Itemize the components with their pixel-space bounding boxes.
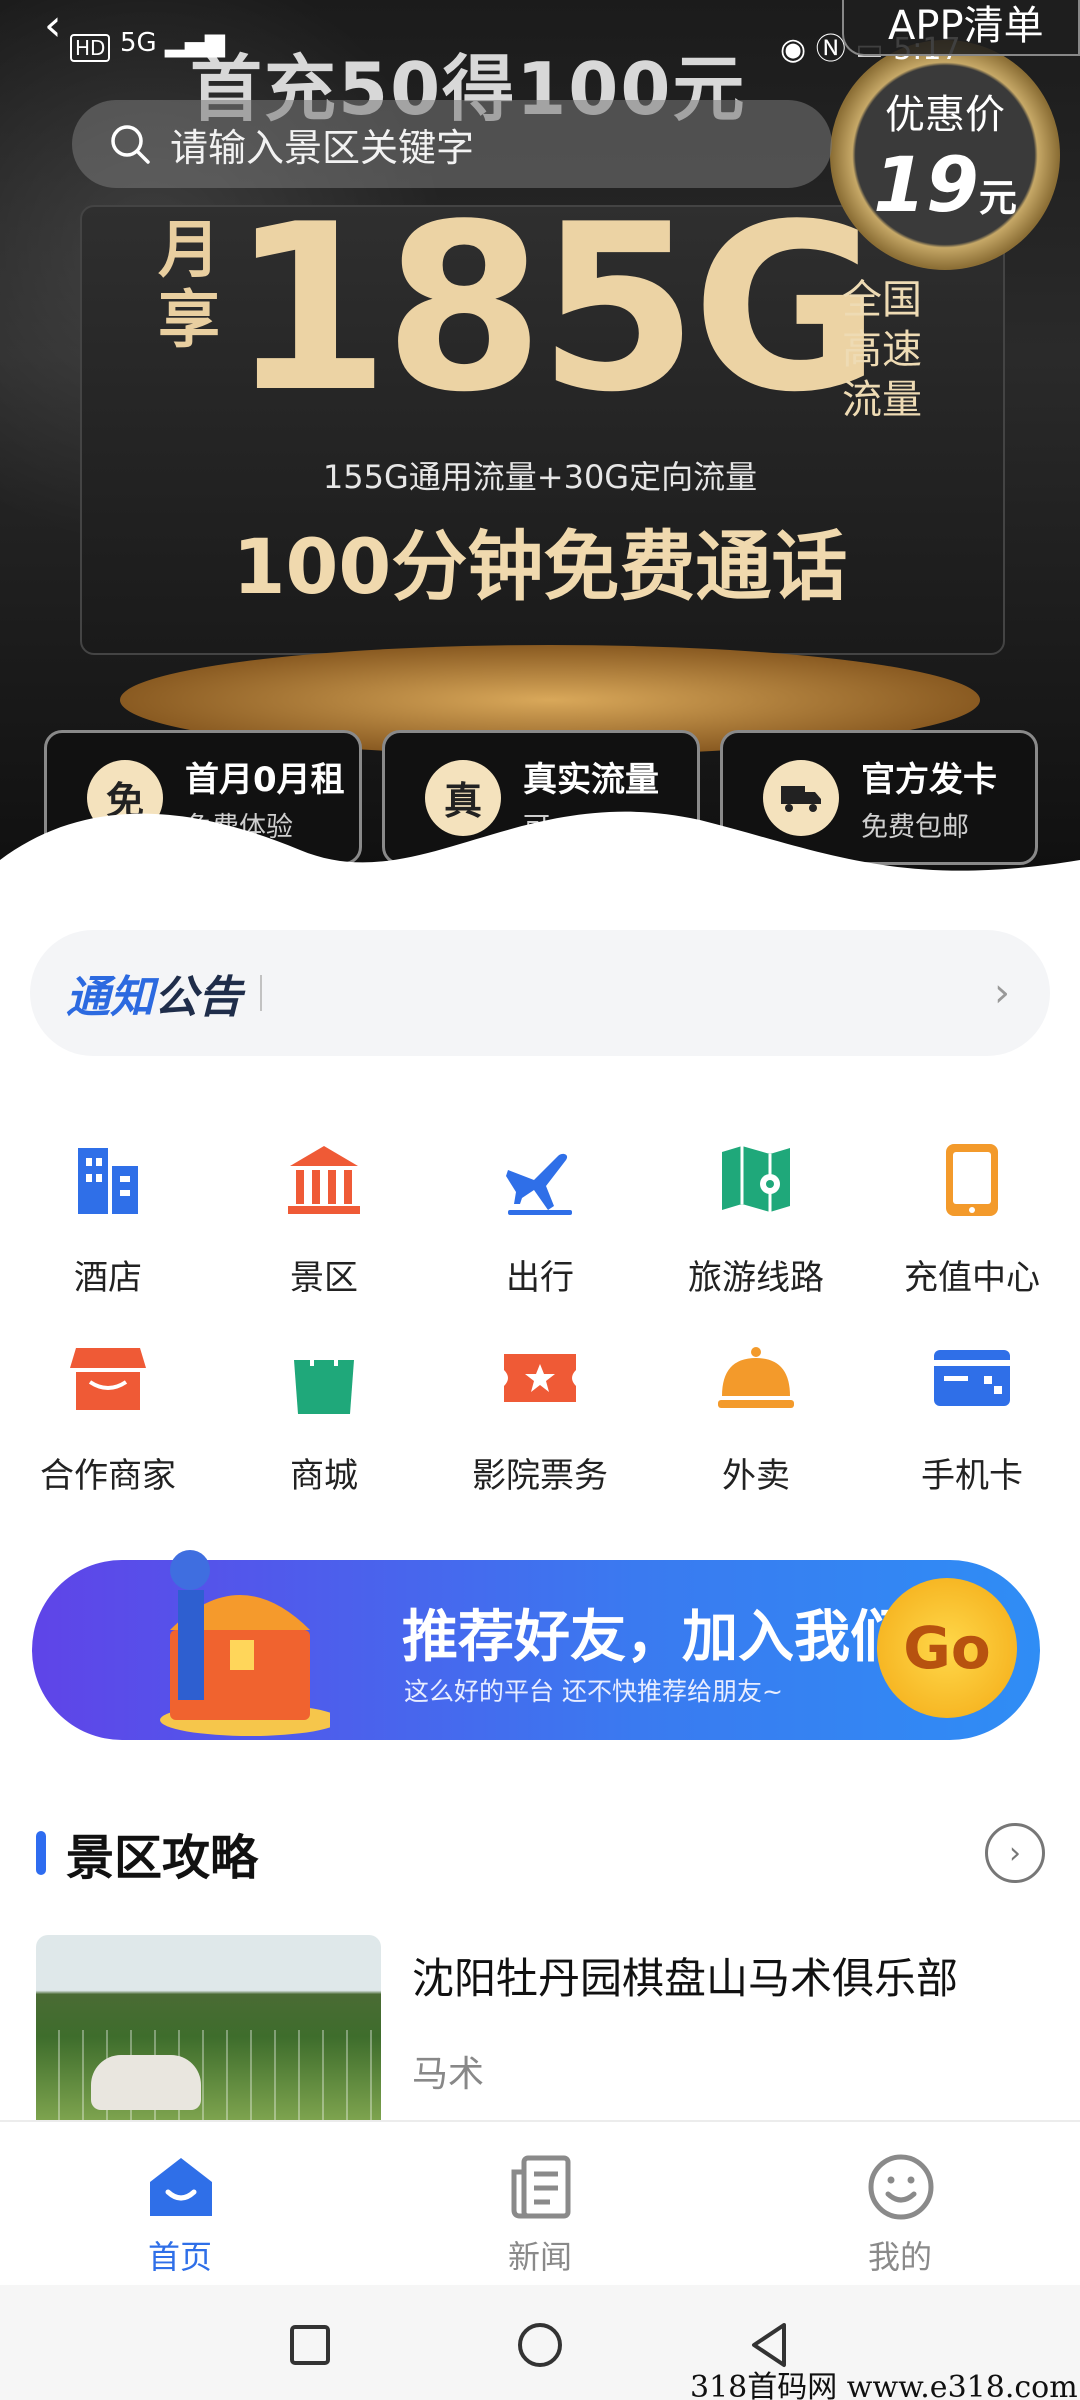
- hotel-icon: [78, 1148, 138, 1214]
- section-marker: [36, 1831, 46, 1875]
- section-header: 景区攻略: [36, 1820, 258, 1886]
- service-label: 出行: [506, 1258, 574, 1298]
- shopping-bag-icon: [294, 1347, 354, 1414]
- service-label: 充值中心: [904, 1258, 1040, 1298]
- takeout-icon: [718, 1347, 794, 1408]
- service-label: 合作商家: [40, 1456, 176, 1496]
- speed-label: 全国高速流量: [842, 277, 922, 423]
- route-map-icon: [722, 1146, 790, 1212]
- service-label: 商城: [290, 1456, 358, 1496]
- free-minutes: 100分钟免费通话: [232, 522, 848, 611]
- price-value: 19: [873, 139, 979, 229]
- service-route[interactable]: 旅游线路: [648, 1140, 864, 1330]
- home-icon: [150, 2158, 212, 2216]
- service-label: 景区: [290, 1258, 358, 1298]
- app-list-button[interactable]: APP清单: [842, 0, 1080, 56]
- tab-label: 我的: [867, 2238, 932, 2276]
- back-icon[interactable]: ‹: [44, 0, 62, 51]
- service-simcard[interactable]: 手机卡: [864, 1338, 1080, 1528]
- recent-apps-icon[interactable]: [280, 2315, 340, 2375]
- search-placeholder: 请输入景区关键字: [170, 125, 475, 170]
- app-screen: 首充50得100元 月享 185G 全国高速流量 155G通用流量+30G定向流…: [0, 0, 1080, 2400]
- service-hotel[interactable]: 酒店: [0, 1140, 216, 1330]
- tab-profile[interactable]: 我的: [720, 2122, 1080, 2287]
- article-thumbnail[interactable]: [36, 1935, 381, 2120]
- search-icon: [111, 125, 150, 164]
- service-cinema[interactable]: 影院票务: [432, 1338, 648, 1528]
- invite-subline: 这么好的平台 还不快推荐给朋友~: [404, 1677, 783, 1706]
- tab-home[interactable]: 首页: [0, 2122, 360, 2287]
- month-label: 月享: [158, 213, 221, 356]
- service-label: 外卖: [722, 1456, 790, 1496]
- go-button[interactable]: Go: [877, 1578, 1017, 1718]
- network-type: 5G: [120, 28, 157, 58]
- hd-icon: HD: [70, 34, 111, 62]
- price-unit: 元: [978, 175, 1017, 220]
- service-recharge[interactable]: 充值中心: [864, 1140, 1080, 1330]
- signal-icon: 5G ▂▄▆: [120, 28, 225, 58]
- section-title: 景区攻略: [66, 1830, 259, 1886]
- nfc-icon: Ⓝ: [815, 32, 846, 67]
- service-label: 手机卡: [921, 1456, 1023, 1496]
- service-merchant[interactable]: 合作商家: [0, 1338, 216, 1528]
- service-travel[interactable]: 出行: [432, 1140, 648, 1330]
- invite-headline: 推荐好友，加入我们: [402, 1605, 906, 1670]
- service-takeout[interactable]: 外卖: [648, 1338, 864, 1528]
- chevron-right-circle-icon[interactable]: ›: [985, 1823, 1045, 1883]
- eye-icon: ◉: [780, 32, 807, 67]
- phone-recharge-icon: [946, 1144, 998, 1216]
- tab-news[interactable]: 新闻: [360, 2122, 720, 2287]
- price-badge-label: 优惠价: [885, 91, 1005, 138]
- bottom-tab-bar: 首页 新闻 我的: [0, 2120, 1080, 2285]
- data-amount: 185G: [230, 176, 881, 443]
- fence-graphic: [36, 2030, 381, 2120]
- price-badge-value: 19元: [873, 140, 1017, 229]
- news-icon: [511, 2155, 571, 2219]
- tab-label: 新闻: [507, 2238, 572, 2276]
- chevron-right-icon[interactable]: ›: [994, 970, 1010, 1016]
- watermark: 318首码网 www.e318.com: [690, 2370, 1078, 2400]
- merchant-icon: [70, 1348, 146, 1410]
- article-title[interactable]: 沈阳牡丹园棋盘山马术俱乐部: [412, 1945, 958, 2006]
- notice-bar[interactable]: 通知公告 ›: [30, 930, 1050, 1056]
- service-label: 影院票务: [472, 1456, 608, 1496]
- notice-title: 通知公告: [66, 961, 242, 1025]
- horse-graphic: [91, 2055, 201, 2110]
- smiley-icon: [868, 2154, 934, 2220]
- notice-title-a: 通知: [66, 972, 154, 1023]
- service-mall[interactable]: 商城: [216, 1338, 432, 1528]
- travel-icon: [506, 1153, 572, 1215]
- notice-divider: [260, 975, 262, 1011]
- service-label: 酒店: [74, 1258, 142, 1298]
- treasure-chest-icon: [160, 1550, 330, 1736]
- sim-card-icon: [934, 1350, 1010, 1406]
- ticket-icon: [504, 1354, 576, 1402]
- wave-divider: [0, 811, 1080, 890]
- article-tag: 马术: [412, 2054, 485, 2095]
- tab-label: 首页: [147, 2238, 212, 2276]
- home-circle-icon[interactable]: [510, 2315, 570, 2375]
- notice-title-b: 公告: [154, 972, 242, 1023]
- data-breakdown: 155G通用流量+30G定向流量: [322, 458, 758, 496]
- service-label: 旅游线路: [688, 1258, 824, 1298]
- service-scenic[interactable]: 景区: [216, 1140, 432, 1330]
- scenic-icon: [288, 1146, 360, 1214]
- search-bar[interactable]: 请输入景区关键字: [72, 100, 832, 188]
